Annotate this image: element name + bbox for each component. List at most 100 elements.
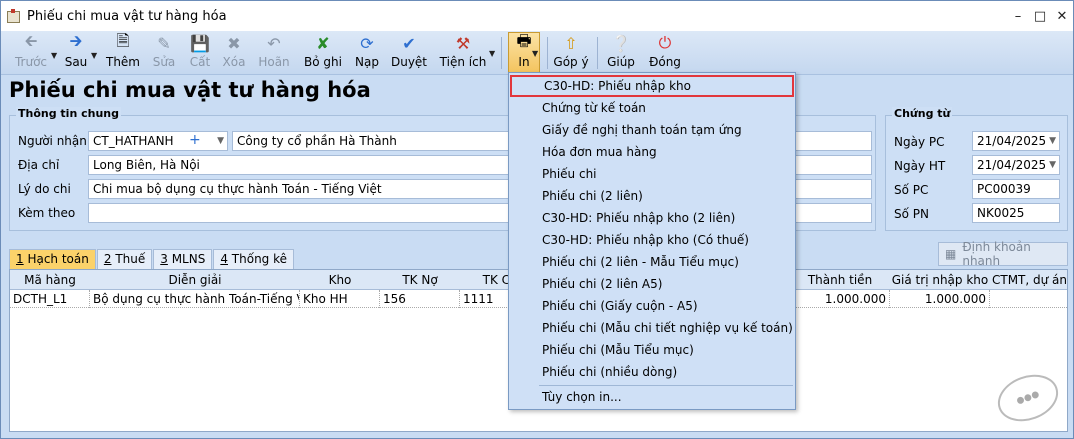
recipient-label: Người nhận — [18, 134, 87, 148]
tab-mlns[interactable]: 3 MLNS — [153, 249, 213, 269]
power-icon: ⏻ — [658, 33, 672, 52]
reason-label: Lý do chi — [18, 182, 71, 196]
feedback-icon: ⇧ — [564, 33, 578, 53]
tools-icon: ⚒ — [455, 33, 471, 53]
maximize-button[interactable]: □ — [1029, 1, 1051, 31]
payment-no-field[interactable]: PC00039 — [972, 179, 1060, 199]
menu-item-c30-phieu-nhap-kho[interactable]: C30-HD: Phiếu nhập kho — [510, 75, 794, 97]
col-tk-no[interactable]: TK Nợ — [380, 270, 460, 290]
attachment-label: Kèm theo — [18, 206, 76, 220]
chevron-down-icon[interactable]: ▼ — [489, 49, 495, 58]
undo-icon: ↶ — [267, 33, 281, 53]
posting-icon: ▦ — [945, 247, 957, 261]
col-gia-tri[interactable]: Giá trị nhập kho — [890, 270, 990, 290]
menu-item-phieu-chi-2-lien-tieu-muc[interactable]: Phiếu chi (2 liên - Mẫu Tiểu mục) — [510, 251, 794, 273]
undo-button[interactable]: ↶ Hoãn — [257, 33, 291, 73]
minimize-button[interactable]: – — [1007, 1, 1029, 31]
close-form-button[interactable]: ⏻ Đóng — [647, 33, 683, 73]
chevron-down-icon[interactable]: ▼ — [217, 136, 224, 146]
col-ma-hang[interactable]: Mã hàng — [10, 270, 90, 290]
tab-hach-toan[interactable]: 1 Hạch toán — [9, 249, 96, 269]
voucher-group: Chứng từ Ngày PC 21/04/2025 ▼ Ngày HT 21… — [885, 107, 1068, 231]
new-document-icon: 🗎 — [116, 30, 130, 50]
chevron-down-icon[interactable]: ▼ — [91, 51, 97, 60]
menu-item-giay-de-nghi[interactable]: Giấy đề nghị thanh toán tạm ứng — [510, 119, 794, 141]
edit-button[interactable]: ✎ Sửa — [149, 33, 179, 73]
cell-ma-hang[interactable]: DCTH_L1 — [10, 290, 90, 308]
menu-item-c30-co-thue[interactable]: C30-HD: Phiếu nhập kho (Có thuế) — [510, 229, 794, 251]
receipt-no-field[interactable]: NK0025 — [972, 203, 1060, 223]
payment-date-label: Ngày PC — [894, 135, 945, 149]
col-ctmt[interactable]: CTMT, dự án — [990, 270, 1069, 290]
menu-item-phieu-chi-nhieu-dong[interactable]: Phiếu chi (nhiều dòng) — [510, 361, 794, 383]
cell-tk-no[interactable]: 156 — [380, 290, 460, 308]
quick-posting-button[interactable]: ▦ Định khoản nhanh — [938, 240, 1068, 268]
help-icon: ❔ — [611, 33, 631, 53]
cell-thanh-tien[interactable]: 1.000.000 — [790, 290, 890, 308]
toolbar: 🡰 Trước ▼ 🡲 Sau ▼ 🗎 Thêm ✎ Sửa 💾 Cất ✖ X… — [1, 31, 1073, 75]
payment-date-picker[interactable]: 21/04/2025 ▼ — [972, 131, 1060, 151]
page-title: Phiếu chi mua vật tư hàng hóa — [9, 78, 371, 102]
posting-date-label: Ngày HT — [894, 159, 946, 173]
refresh-icon: ⟳ — [360, 33, 374, 53]
arrow-left-icon: 🡰 — [24, 30, 38, 50]
menu-item-phieu-chi[interactable]: Phiếu chi — [510, 163, 794, 185]
prev-button[interactable]: 🡰 Trước — [9, 30, 53, 73]
receipt-no-label: Số PN — [894, 207, 929, 221]
unpost-button[interactable]: ✘ Bỏ ghi — [303, 33, 343, 73]
toolbar-separator — [547, 37, 548, 69]
col-dien-giai[interactable]: Diễn giải — [90, 270, 300, 290]
utilities-button[interactable]: ⚒ Tiện ích — [439, 33, 487, 73]
title-bar: Phiếu chi mua vật tư hàng hóa – □ ✕ — [1, 1, 1073, 31]
save-button[interactable]: 💾 Cất — [185, 33, 215, 73]
delete-icon: ✖ — [227, 33, 241, 53]
recipient-code-combo[interactable]: CT_HATHANH + ▼ — [88, 131, 228, 151]
tab-thong-ke[interactable]: 4 Thống kê — [213, 249, 295, 269]
add-button[interactable]: 🗎 Thêm — [105, 30, 141, 73]
plus-icon[interactable]: + — [189, 132, 201, 148]
col-thanh-tien[interactable]: Thành tiền — [790, 270, 890, 290]
print-menu: C30-HD: Phiếu nhập kho Chứng từ kế toán … — [508, 72, 796, 410]
posting-date-picker[interactable]: 21/04/2025 ▼ — [972, 155, 1060, 175]
address-label: Địa chỉ — [18, 158, 60, 172]
app-icon — [5, 9, 21, 23]
reload-button[interactable]: ⟳ Nạp — [351, 33, 383, 73]
edit-icon: ✎ — [157, 33, 171, 53]
help-button[interactable]: ❔ Giúp — [605, 33, 637, 73]
menu-item-chung-tu-ke-toan[interactable]: Chứng từ kế toán — [510, 97, 794, 119]
menu-item-tuy-chon-in[interactable]: Tùy chọn in... — [510, 386, 794, 408]
toolbar-separator — [501, 37, 502, 69]
check-icon: ✔ — [402, 33, 416, 53]
menu-item-phieu-chi-tieu-muc[interactable]: Phiếu chi (Mẫu Tiểu mục) — [510, 339, 794, 361]
chevron-down-icon[interactable]: ▼ — [532, 49, 538, 58]
menu-item-hoa-don-mua-hang[interactable]: Hóa đơn mua hàng — [510, 141, 794, 163]
menu-item-phieu-chi-giay-cuon[interactable]: Phiếu chi (Giấy cuộn - A5) — [510, 295, 794, 317]
chevron-down-icon[interactable]: ▼ — [1049, 160, 1056, 170]
toolbar-separator — [597, 37, 598, 69]
app-window: Phiếu chi mua vật tư hàng hóa – □ ✕ 🡰 Tr… — [0, 0, 1074, 439]
menu-item-phieu-chi-2-lien-a5[interactable]: Phiếu chi (2 liên A5) — [510, 273, 794, 295]
payment-no-label: Số PC — [894, 183, 929, 197]
next-button[interactable]: 🡲 Sau — [59, 30, 93, 73]
tab-thue[interactable]: 2 Thuế — [96, 249, 153, 269]
close-button[interactable]: ✕ — [1051, 1, 1073, 31]
menu-item-phieu-chi-chi-tiet[interactable]: Phiếu chi (Mẫu chi tiết nghiệp vụ kế toá… — [510, 317, 794, 339]
chevron-down-icon[interactable]: ▼ — [51, 51, 57, 60]
cell-gia-tri[interactable]: 1.000.000 — [890, 290, 990, 308]
chevron-down-icon[interactable]: ▼ — [1049, 136, 1056, 146]
approve-button[interactable]: ✔ Duyệt — [389, 33, 429, 73]
floppy-icon: 💾 — [190, 33, 210, 53]
menu-item-phieu-chi-2-lien[interactable]: Phiếu chi (2 liên) — [510, 185, 794, 207]
general-info-title: Thông tin chung — [16, 107, 122, 120]
cell-dien-giai[interactable]: Bộ dụng cụ thực hành Toán-Tiếng Việt... — [90, 290, 300, 308]
col-kho[interactable]: Kho — [300, 270, 380, 290]
cell-kho[interactable]: Kho HH — [300, 290, 380, 308]
voucher-title: Chứng từ — [892, 107, 953, 120]
menu-item-c30-2-lien[interactable]: C30-HD: Phiếu nhập kho (2 liên) — [510, 207, 794, 229]
arrow-right-icon: 🡲 — [69, 30, 83, 50]
delete-button[interactable]: ✖ Xóa — [219, 33, 249, 73]
cell-ctmt[interactable] — [990, 290, 1068, 308]
feedback-button[interactable]: ⇧ Góp ý — [553, 33, 589, 73]
detail-tabs: 1 Hạch toán 2 Thuế 3 MLNS 4 Thống kê — [9, 249, 295, 269]
unpost-icon: ✘ — [316, 33, 330, 53]
